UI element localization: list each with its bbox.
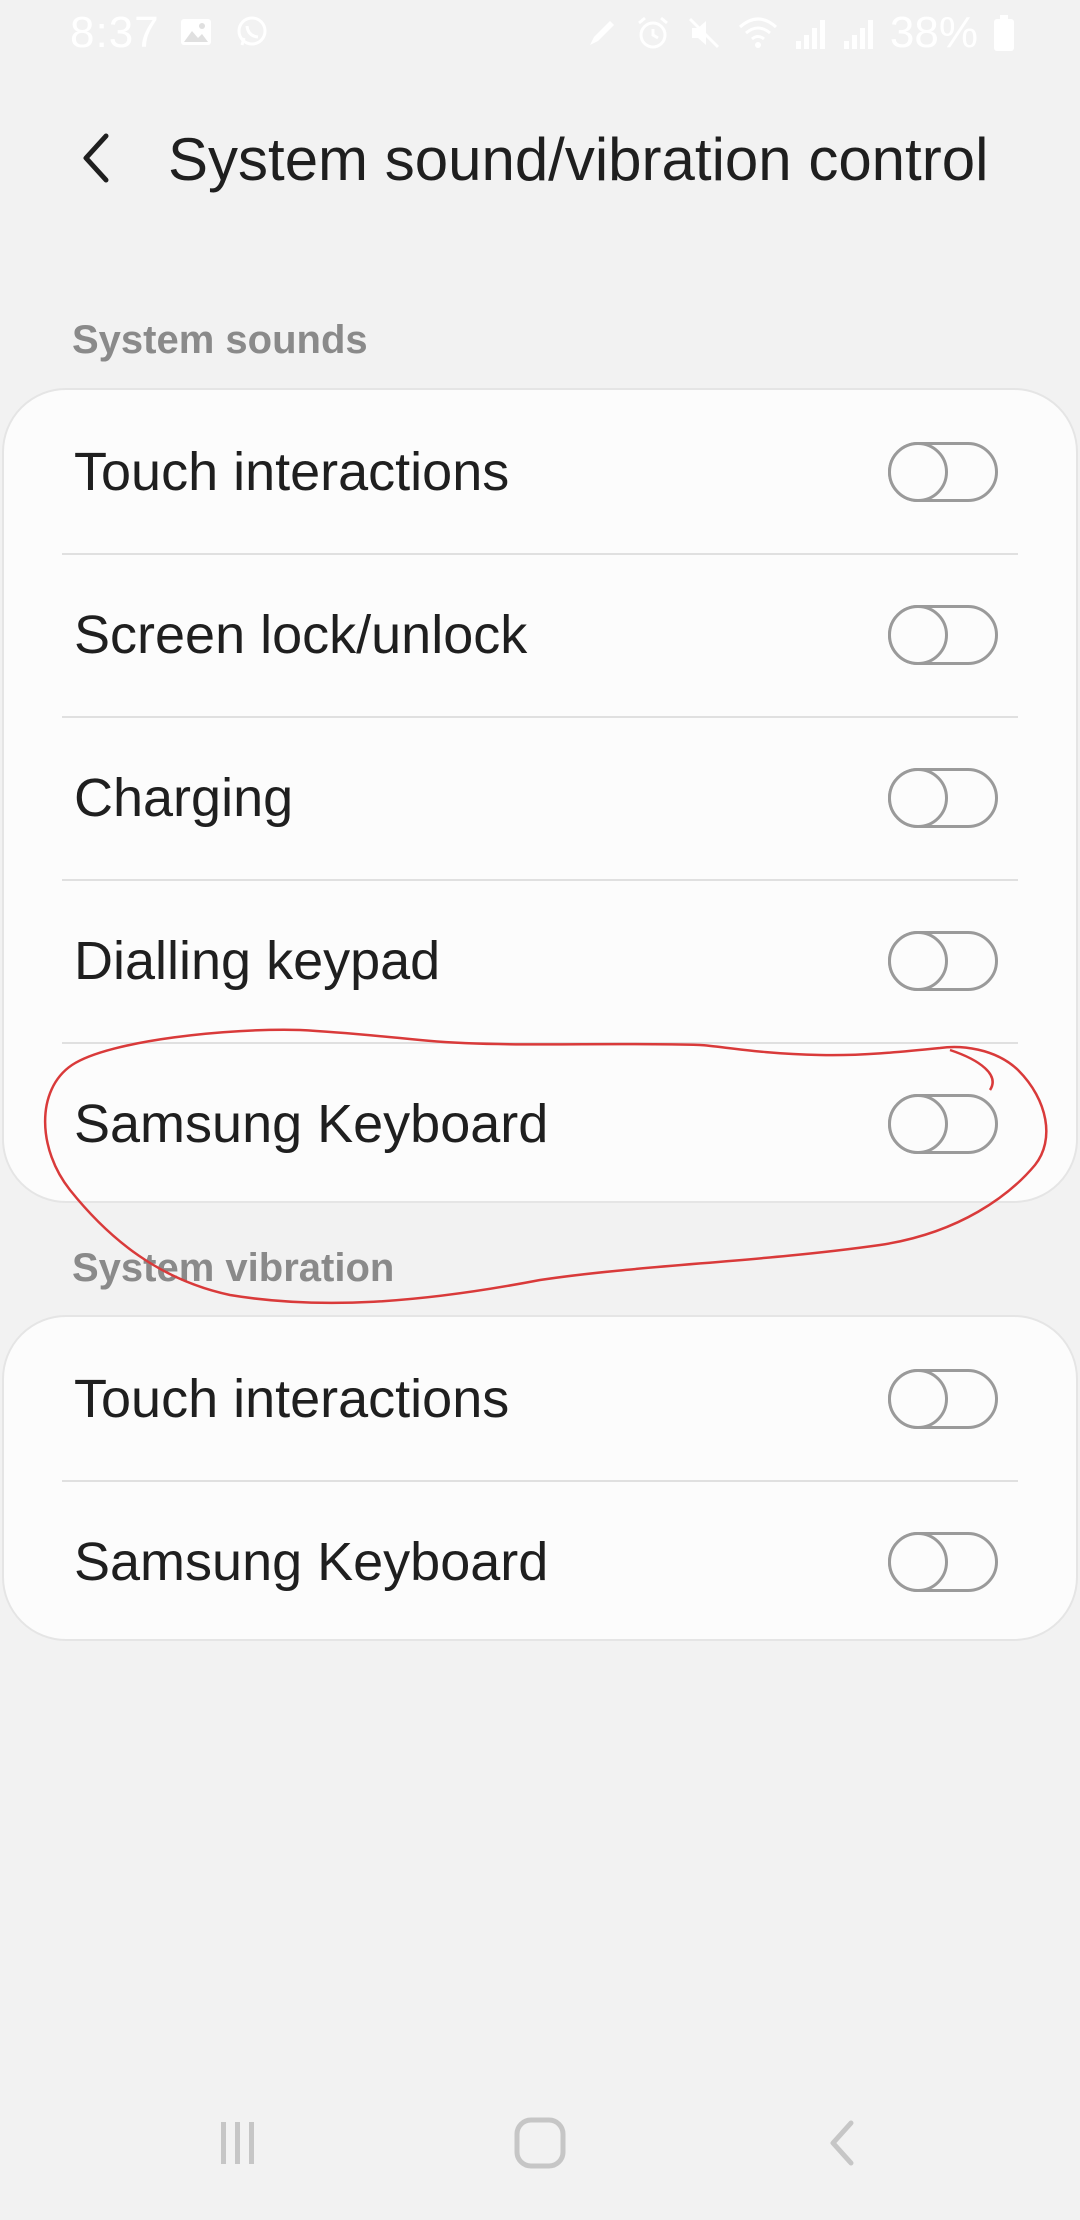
edit-icon <box>584 15 620 51</box>
toggle-knob <box>888 1368 948 1429</box>
section-label-system-sounds: System sounds <box>72 318 368 362</box>
setting-row-touch-interactions-vibration[interactable]: Touch interactions <box>4 1317 1076 1480</box>
setting-label: Dialling keypad <box>74 930 441 991</box>
setting-label: Samsung Keyboard <box>74 1093 549 1154</box>
samsung-keyboard-vibration-toggle[interactable] <box>888 1531 998 1592</box>
toggle-knob <box>888 1093 948 1154</box>
setting-label: Touch interactions <box>74 1368 510 1429</box>
setting-row-samsung-keyboard-vibration[interactable]: Samsung Keyboard <box>4 1480 1076 1639</box>
wifi-icon <box>736 15 780 51</box>
chevron-left-icon <box>76 130 116 191</box>
battery-percent: 38% <box>889 8 978 57</box>
signal-icon <box>794 15 828 51</box>
toggle-knob <box>888 1531 948 1592</box>
touch-interactions-vibration-toggle[interactable] <box>888 1368 998 1429</box>
home-icon <box>513 2116 567 2175</box>
setting-label: Charging <box>74 767 294 828</box>
touch-interactions-sound-toggle[interactable] <box>888 441 998 502</box>
section-label-system-vibration: System vibration <box>72 1246 395 1290</box>
navigation-bar <box>0 2090 1080 2200</box>
setting-label: Screen lock/unlock <box>74 604 528 665</box>
status-time: 8:37 <box>70 8 160 57</box>
charging-sound-toggle[interactable] <box>888 767 998 828</box>
setting-label: Samsung Keyboard <box>74 1531 549 1592</box>
samsung-keyboard-sound-toggle[interactable] <box>888 1093 998 1154</box>
whatsapp-icon <box>234 14 270 50</box>
toggle-knob <box>888 930 948 991</box>
screen-lock-sound-toggle[interactable] <box>888 604 998 665</box>
home-button[interactable] <box>500 2110 580 2180</box>
back-icon <box>823 2117 863 2174</box>
setting-row-dialling-keypad[interactable]: Dialling keypad <box>4 879 1076 1042</box>
toggle-knob <box>888 441 948 502</box>
system-vibration-card: Touch interactions Samsung Keyboard <box>2 1315 1078 1641</box>
mute-icon <box>686 15 722 51</box>
setting-row-samsung-keyboard[interactable]: Samsung Keyboard <box>4 1042 1076 1201</box>
page-title: System sound/vibration control <box>168 126 989 193</box>
recent-apps-button[interactable] <box>198 2110 278 2180</box>
setting-row-charging[interactable]: Charging <box>4 716 1076 879</box>
back-button[interactable] <box>60 124 132 196</box>
setting-row-touch-interactions[interactable]: Touch interactions <box>4 390 1076 553</box>
system-sounds-card: Touch interactions Screen lock/unlock Ch… <box>2 388 1078 1203</box>
recent-apps-icon <box>213 2118 263 2173</box>
dialling-keypad-sound-toggle[interactable] <box>888 930 998 991</box>
battery-icon <box>992 14 1016 52</box>
header: System sound/vibration control <box>0 100 1080 220</box>
nav-back-button[interactable] <box>803 2110 883 2180</box>
alarm-icon <box>634 15 672 51</box>
gallery-icon <box>178 14 214 50</box>
toggle-knob <box>888 604 948 665</box>
status-bar: 8:37 38% <box>0 0 1080 72</box>
signal-icon <box>842 15 876 51</box>
status-left-icons <box>178 14 270 50</box>
toggle-knob <box>888 767 948 828</box>
status-right-icons: 38% <box>584 8 1016 58</box>
setting-label: Touch interactions <box>74 441 510 502</box>
setting-row-screen-lock[interactable]: Screen lock/unlock <box>4 553 1076 716</box>
